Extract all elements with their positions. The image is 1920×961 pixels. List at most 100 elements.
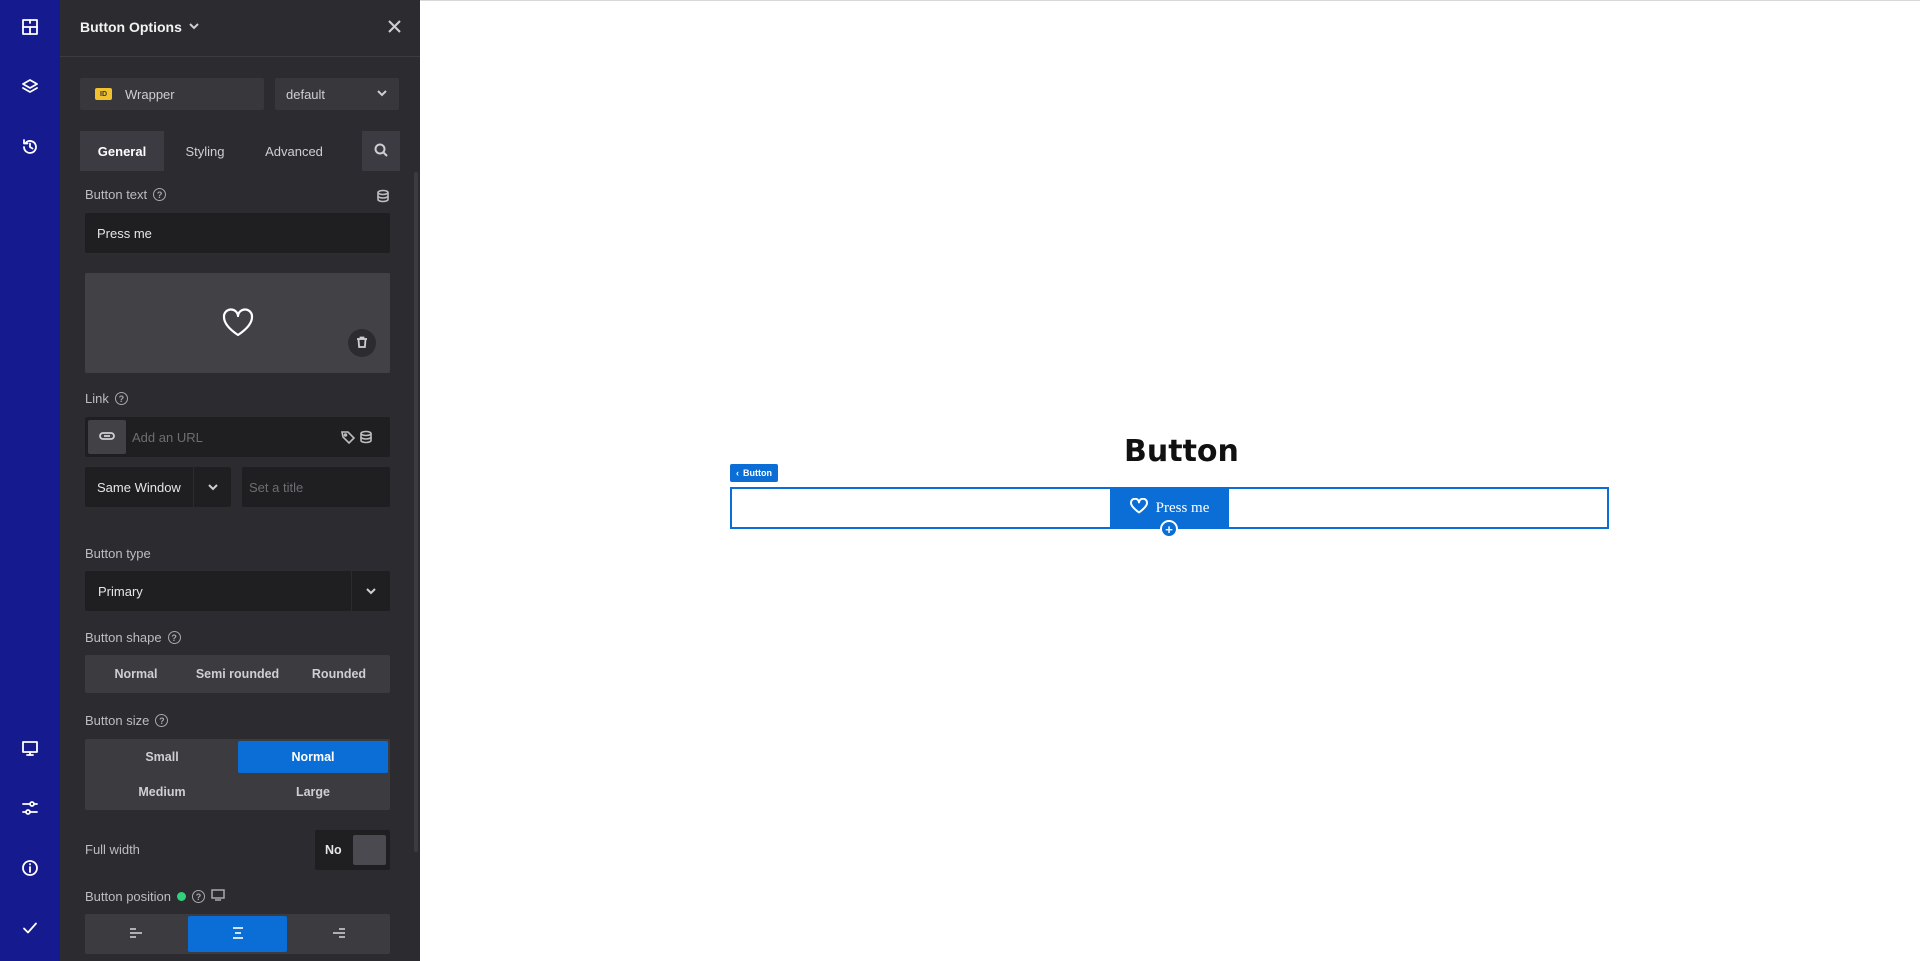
link-target-select[interactable]: Same Window [85, 467, 231, 507]
button-text-label: Button text ? [85, 187, 167, 202]
trash-icon [356, 336, 368, 351]
help-icon[interactable]: ? [192, 890, 206, 903]
desktop-icon[interactable] [211, 889, 225, 904]
button-type-label: Button type [85, 546, 151, 561]
button-shape-label: Button shape ? [85, 630, 181, 645]
help-icon[interactable]: ? [155, 714, 169, 727]
button-size-group: Small Normal Medium Large [85, 739, 390, 810]
button-size-label-text: Button size [85, 713, 150, 728]
button-size-label: Button size ? [85, 713, 169, 728]
info-icon [21, 859, 39, 882]
size-medium-option[interactable]: Medium [87, 775, 237, 808]
full-width-value: No [325, 843, 342, 857]
link-label-text: Link [85, 391, 109, 406]
tag-icon[interactable] [341, 430, 356, 445]
id-badge: ID [95, 88, 112, 100]
search-icon [374, 143, 388, 160]
desktop-rail-button[interactable] [0, 726, 60, 774]
selector-label: Wrapper [125, 86, 175, 102]
info-rail-button[interactable] [0, 846, 60, 894]
button-type-value: Primary [98, 583, 143, 599]
element-tag[interactable]: ‹ Button [730, 464, 778, 482]
size-large-option[interactable]: Large [238, 775, 388, 808]
align-center-icon [230, 926, 246, 943]
link-label: Link ? [85, 391, 128, 406]
chevron-down-icon [376, 87, 388, 102]
tab-general[interactable]: General [80, 131, 164, 171]
selector-dropdown[interactable]: ID Wrapper [80, 78, 264, 110]
layout-icon [21, 18, 39, 41]
link-type-button[interactable] [88, 420, 126, 454]
history-rail-button[interactable] [0, 125, 60, 173]
align-left-icon [128, 926, 144, 943]
size-small-option[interactable]: Small [87, 741, 237, 773]
shape-semi-rounded-option[interactable]: Semi rounded [187, 655, 288, 693]
url-input[interactable]: Add an URL [132, 417, 332, 457]
shape-normal-option[interactable]: Normal [85, 655, 187, 693]
options-tabs: General Styling Advanced [80, 131, 400, 171]
element-tag-label: Button [743, 468, 772, 478]
state-label: default [286, 86, 326, 102]
preview-button-label: Press me [1155, 499, 1210, 516]
panel-title[interactable]: Button Options [80, 19, 200, 35]
size-normal-option[interactable]: Normal [238, 741, 388, 773]
position-right-option[interactable] [290, 916, 388, 952]
shape-rounded-option[interactable]: Rounded [288, 655, 390, 693]
dynamic-data-icon[interactable] [359, 430, 373, 444]
panel-title-text: Button Options [80, 19, 182, 35]
builder-canvas[interactable] [420, 0, 1920, 961]
remove-icon-button[interactable] [348, 329, 376, 357]
button-position-label: Button position ? [85, 889, 225, 904]
history-icon [21, 138, 39, 161]
align-right-icon [331, 926, 347, 943]
chevron-down-icon [351, 571, 390, 611]
close-panel-button[interactable] [384, 18, 404, 38]
settings-rail-button[interactable] [0, 786, 60, 834]
save-rail-button[interactable] [0, 906, 60, 954]
layout-rail-button[interactable] [0, 5, 60, 53]
help-icon[interactable]: ? [167, 631, 181, 644]
chevron-down-icon [188, 19, 200, 35]
button-text-label-text: Button text [85, 187, 148, 202]
dynamic-data-icon[interactable] [376, 189, 390, 203]
help-icon[interactable]: ? [153, 188, 167, 201]
full-width-toggle[interactable]: No [315, 830, 390, 870]
help-icon[interactable]: ? [114, 392, 128, 405]
position-left-option[interactable] [87, 916, 185, 952]
full-width-label: Full width [85, 842, 140, 857]
desktop-icon [21, 739, 39, 762]
canvas-heading[interactable]: Button [1124, 434, 1239, 469]
icon-picker[interactable] [85, 273, 390, 373]
sidebar-rail [0, 0, 60, 961]
position-center-option[interactable] [188, 916, 287, 952]
close-icon [387, 20, 401, 36]
button-type-select[interactable]: Primary [85, 571, 390, 611]
button-shape-group: Normal Semi rounded Rounded [85, 655, 390, 693]
layers-rail-button[interactable] [0, 65, 60, 113]
button-type-label-text: Button type [85, 546, 151, 561]
panel-scrollbar[interactable] [414, 172, 418, 852]
status-dot [177, 892, 187, 901]
tab-advanced[interactable]: Advanced [246, 131, 342, 171]
add-element-button[interactable]: + [1160, 520, 1178, 538]
link-field: Add an URL [85, 417, 390, 457]
toggle-knob [353, 835, 386, 865]
state-dropdown[interactable]: default [275, 78, 399, 110]
search-options-button[interactable] [362, 131, 400, 171]
link-target-value: Same Window [97, 479, 181, 495]
chevron-down-icon [193, 467, 231, 507]
check-icon [21, 919, 39, 942]
button-position-label-text: Button position [85, 889, 172, 904]
button-shape-label-text: Button shape [85, 630, 162, 645]
button-position-group [85, 914, 390, 954]
button-text-input[interactable]: Press me [85, 213, 390, 253]
sliders-icon [21, 799, 39, 822]
heart-icon [1129, 497, 1148, 519]
full-width-label-text: Full width [85, 842, 140, 857]
heart-icon [222, 308, 254, 338]
panel-header: Button Options [60, 0, 420, 57]
options-panel: Button Options ID Wrapper default Genera… [60, 0, 420, 961]
link-title-input[interactable]: Set a title [242, 467, 390, 507]
tab-styling[interactable]: Styling [164, 131, 246, 171]
layers-icon [21, 78, 39, 101]
